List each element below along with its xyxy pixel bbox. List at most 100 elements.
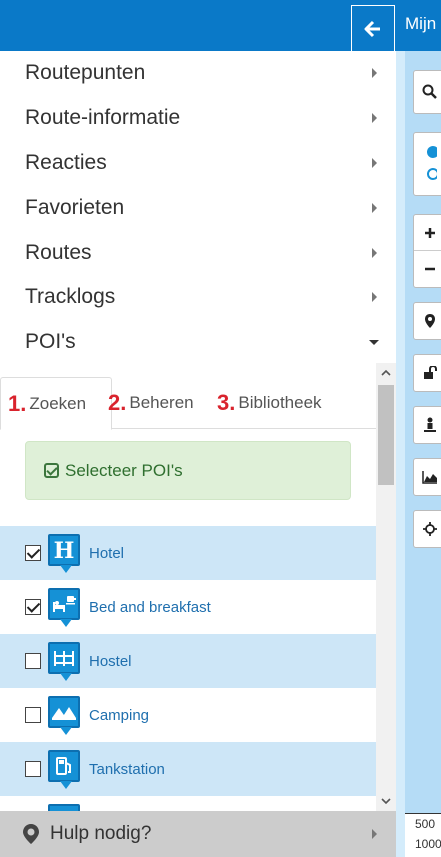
hotel-icon: H bbox=[48, 534, 80, 573]
route-planner-icon bbox=[427, 146, 437, 180]
camping-icon bbox=[48, 696, 80, 735]
svg-text:H: H bbox=[54, 538, 75, 562]
chevron-right-icon bbox=[372, 68, 377, 79]
list-item[interactable]: Bed and breakfast bbox=[0, 580, 376, 634]
elevation-profile-button[interactable] bbox=[413, 458, 441, 496]
poi-label: Hostel bbox=[89, 652, 132, 670]
poi-label: Tankstation bbox=[89, 760, 165, 778]
poi-checkbox[interactable] bbox=[25, 707, 41, 723]
list-item[interactable]: Tankstation bbox=[0, 742, 376, 796]
list-item[interactable] bbox=[0, 796, 376, 811]
poi-tabs: 1. Zoeken 2. Beheren 3. Bibliotheek bbox=[0, 363, 376, 430]
map-area[interactable] bbox=[396, 51, 441, 857]
top-bar: Mijn bbox=[0, 0, 441, 51]
zoom-in-button[interactable] bbox=[414, 215, 441, 252]
menu-item-label: Tracklogs bbox=[25, 285, 116, 309]
menu-item-label: Reacties bbox=[25, 150, 107, 174]
chevron-right-icon bbox=[372, 292, 377, 303]
select-pois-button[interactable]: Selecteer POI's bbox=[25, 441, 351, 500]
tab-number: 3. bbox=[217, 390, 236, 415]
crosshair-icon bbox=[423, 522, 437, 536]
arrow-left-icon bbox=[364, 20, 380, 37]
fuel-station-glyph bbox=[56, 757, 71, 775]
scroll-thumb[interactable] bbox=[378, 385, 394, 485]
poi-checkbox[interactable] bbox=[25, 599, 41, 615]
zoom-out-button[interactable] bbox=[414, 251, 441, 287]
check-square-icon bbox=[44, 463, 59, 478]
person-icon bbox=[424, 417, 436, 432]
collapse-sidebar-button[interactable] bbox=[351, 5, 395, 51]
menu-item-label: Route-informatie bbox=[25, 106, 181, 130]
poi-marker-icon bbox=[48, 804, 80, 811]
tab-zoeken[interactable]: 1. Zoeken bbox=[0, 377, 112, 430]
street-view-button[interactable] bbox=[413, 406, 441, 444]
chevron-right-icon bbox=[372, 202, 377, 213]
chevron-right-icon bbox=[372, 157, 377, 168]
search-button[interactable] bbox=[413, 70, 441, 114]
menu-item-routes[interactable]: Routes bbox=[0, 230, 396, 275]
poi-checkbox[interactable] bbox=[25, 545, 41, 561]
list-item[interactable]: H Hotel bbox=[0, 526, 376, 580]
location-pin-icon bbox=[425, 314, 435, 328]
hostel-glyph bbox=[54, 651, 74, 666]
select-pois-label: Selecteer POI's bbox=[65, 460, 183, 480]
sidebar-menu: Routepunten Route-informatie Reacties Fa… bbox=[0, 51, 396, 365]
locate-button[interactable] bbox=[413, 302, 441, 340]
search-icon bbox=[422, 84, 437, 99]
zoom-control bbox=[413, 214, 441, 288]
list-item[interactable]: Hostel bbox=[0, 634, 376, 688]
hostel-icon bbox=[48, 642, 80, 681]
recenter-button[interactable] bbox=[413, 510, 441, 548]
hotel-glyph: H bbox=[54, 538, 75, 562]
tab-beheren[interactable]: 2. Beheren bbox=[108, 377, 194, 429]
menu-item-label: Routes bbox=[25, 240, 92, 264]
app-root: Mijn Routepunten Route-informatie Reacti… bbox=[0, 0, 441, 857]
bed-and-breakfast-glyph bbox=[53, 596, 76, 612]
elevation-chart-icon bbox=[422, 471, 437, 484]
chevron-right-icon bbox=[372, 829, 377, 839]
plus-icon bbox=[425, 227, 435, 238]
tab-bibliotheek[interactable]: 3. Bibliotheek bbox=[217, 377, 322, 429]
tab-label: Beheren bbox=[129, 393, 194, 412]
menu-item-label: Favorieten bbox=[25, 195, 125, 219]
scale-label-meters: 500 bbox=[415, 817, 436, 831]
menu-item-pois[interactable]: POI's bbox=[0, 320, 396, 365]
menu-item-label: POI's bbox=[25, 330, 76, 354]
minus-icon bbox=[425, 267, 435, 271]
poi-checkbox[interactable] bbox=[25, 761, 41, 777]
poi-panel-scrollbar[interactable] bbox=[376, 363, 396, 811]
unlock-icon bbox=[424, 366, 437, 379]
scale-label-feet: 1000 bbox=[415, 837, 441, 851]
poi-panel: 1. Zoeken 2. Beheren 3. Bibliotheek Sele… bbox=[0, 363, 396, 811]
help-label: Hulp nodig? bbox=[50, 823, 152, 844]
list-item[interactable]: Camping bbox=[0, 688, 376, 742]
bed-and-breakfast-icon bbox=[48, 588, 80, 627]
menu-item-route-informatie[interactable]: Route-informatie bbox=[0, 96, 396, 141]
chevron-down-icon bbox=[369, 340, 379, 346]
menu-item-favorieten[interactable]: Favorieten bbox=[0, 185, 396, 230]
fuel-station-icon bbox=[48, 750, 80, 789]
scroll-down-arrow-icon[interactable] bbox=[376, 791, 396, 811]
poi-checkbox[interactable] bbox=[25, 653, 41, 669]
my-account-link[interactable]: Mijn bbox=[405, 14, 436, 34]
route-planner-button[interactable] bbox=[413, 132, 441, 196]
camping-glyph bbox=[52, 707, 76, 720]
poi-label: Bed and breakfast bbox=[89, 598, 211, 616]
tab-number: 1. bbox=[8, 390, 27, 416]
scroll-up-arrow-icon[interactable] bbox=[376, 363, 396, 383]
map-scale: 500 1000 bbox=[405, 814, 441, 857]
menu-item-label: Routepunten bbox=[25, 61, 146, 85]
poi-label: Camping bbox=[89, 706, 150, 724]
help-marker-icon bbox=[23, 824, 39, 844]
help-bar[interactable]: Hulp nodig? bbox=[0, 811, 396, 857]
menu-item-routepunten[interactable]: Routepunten bbox=[0, 51, 396, 96]
tab-label: Zoeken bbox=[29, 393, 87, 413]
menu-item-reacties[interactable]: Reacties bbox=[0, 141, 396, 186]
poi-label: Hotel bbox=[89, 544, 125, 562]
tab-label: Bibliotheek bbox=[238, 393, 322, 412]
menu-item-tracklogs[interactable]: Tracklogs bbox=[0, 275, 396, 320]
chevron-right-icon bbox=[372, 247, 377, 258]
poi-list: H Hotel Bed and breakfast Hostel Camping… bbox=[0, 526, 376, 811]
chevron-right-icon bbox=[372, 113, 377, 124]
lock-button[interactable] bbox=[413, 354, 441, 392]
